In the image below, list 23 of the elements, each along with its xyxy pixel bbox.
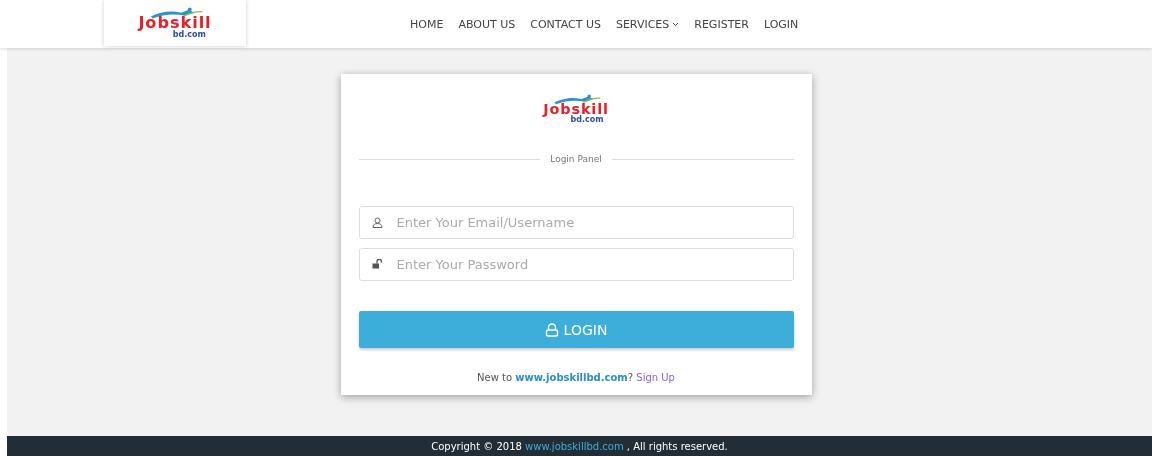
signup-text: New to www.jobskillbd.com? Sign Up [476, 372, 676, 383]
logo-word: Jobskill [138, 15, 212, 32]
username-field[interactable]: Enter Your Email/Username [358, 206, 794, 239]
site-link[interactable]: www.jobskillbd.com [525, 440, 624, 452]
user-icon [371, 217, 383, 228]
password-field[interactable]: Enter Your Password [358, 248, 794, 281]
site-logo[interactable]: Jobskill bd.com [543, 93, 609, 124]
nav-link[interactable]: REGISTER [694, 17, 749, 31]
logo-domain: bd.com [172, 31, 206, 40]
nav-link[interactable]: HOME [410, 17, 444, 31]
nav-link[interactable]: CONTACT US [530, 17, 601, 31]
unlocked-lock-icon [371, 259, 383, 269]
site-logo[interactable]: Jobskill bd.com [138, 6, 212, 40]
logo-domain: bd.com [570, 116, 604, 124]
panel-heading: Login Panel [550, 154, 602, 164]
logo-word: Jobskill [543, 101, 609, 116]
nav-link[interactable]: LOGIN [763, 17, 799, 31]
nav-link[interactable]: ABOUT US [458, 17, 516, 31]
caret-icon [672, 21, 680, 27]
signup-link[interactable]: Sign Up [636, 372, 675, 383]
lock-icon [544, 322, 559, 337]
copyright-text: Copyright © 2018 www.jobskillbd.com , All rights reserved. [431, 440, 728, 452]
nav-link[interactable]: SERVICES [615, 17, 680, 31]
